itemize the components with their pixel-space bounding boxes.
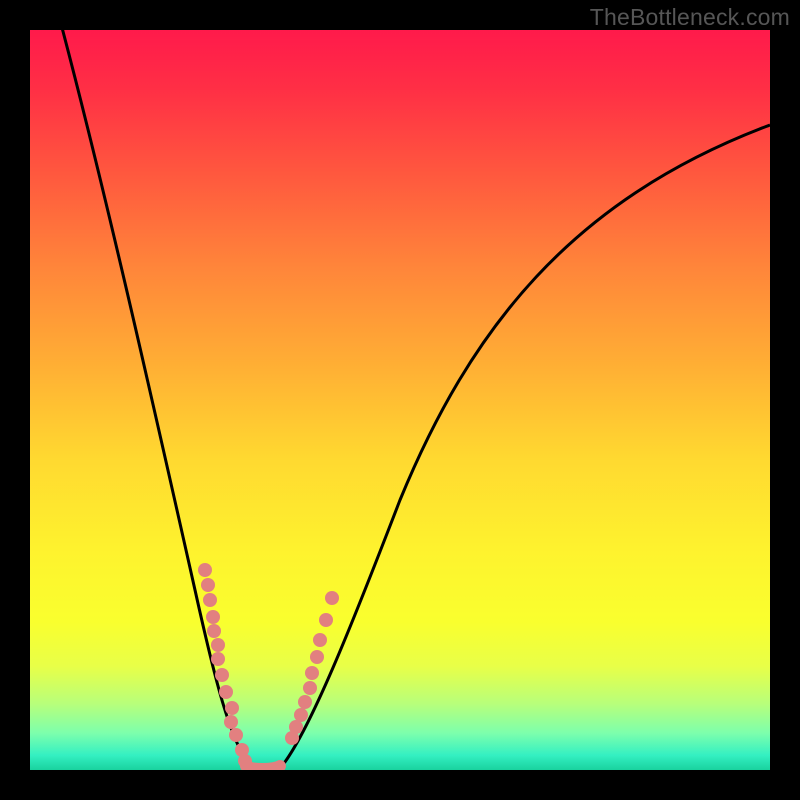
data-marker xyxy=(206,610,220,624)
data-marker xyxy=(298,695,312,709)
data-marker xyxy=(203,593,217,607)
data-marker xyxy=(294,708,308,722)
plot-area xyxy=(30,30,770,770)
data-marker xyxy=(238,754,252,768)
data-marker xyxy=(211,652,225,666)
right-marker-group xyxy=(285,591,339,745)
data-marker xyxy=(211,638,225,652)
data-marker xyxy=(229,728,243,742)
data-marker xyxy=(289,720,303,734)
valley-floor xyxy=(246,766,280,769)
data-marker xyxy=(310,650,324,664)
data-marker xyxy=(225,701,239,715)
chart-frame: TheBottleneck.com xyxy=(0,0,800,800)
data-marker xyxy=(325,591,339,605)
left-marker-group xyxy=(198,563,252,768)
data-marker xyxy=(201,578,215,592)
data-marker xyxy=(313,633,327,647)
data-marker xyxy=(319,613,333,627)
data-marker xyxy=(224,715,238,729)
watermark-text: TheBottleneck.com xyxy=(590,4,790,31)
data-marker xyxy=(215,668,229,682)
data-marker xyxy=(219,685,233,699)
data-marker xyxy=(303,681,317,695)
data-marker xyxy=(207,624,221,638)
data-marker xyxy=(198,563,212,577)
bottleneck-curve xyxy=(60,30,770,770)
chart-svg xyxy=(30,30,770,770)
data-marker xyxy=(305,666,319,680)
